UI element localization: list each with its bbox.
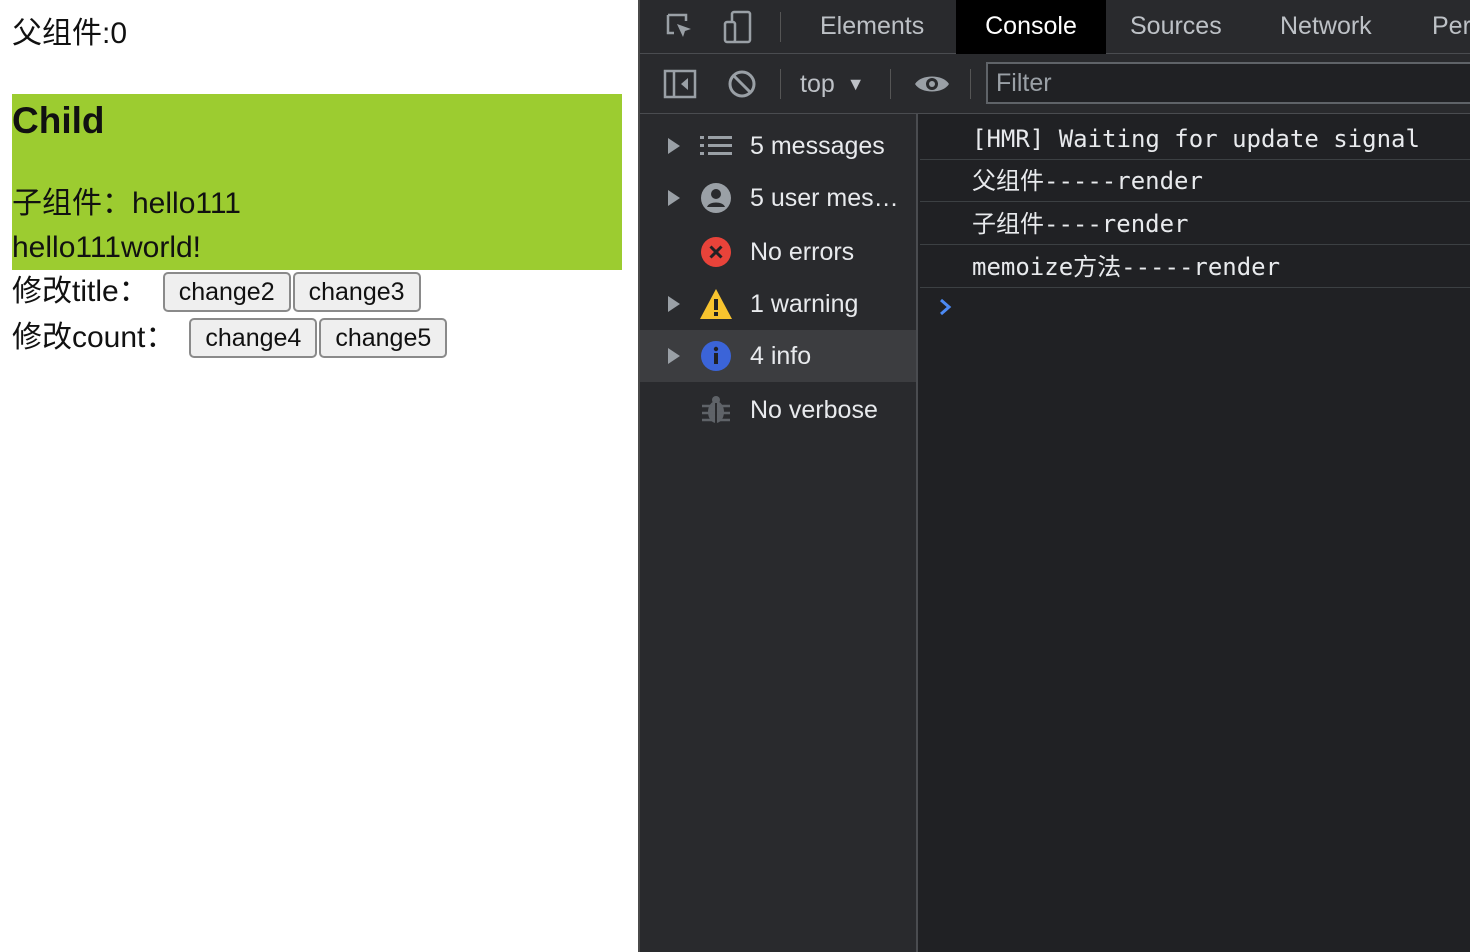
sidebar-item-label: 4 info	[750, 341, 812, 370]
sidebar-item-label: 5 user mes…	[750, 183, 899, 212]
change-title-row: 修改title： change2 change3	[12, 272, 423, 312]
sidebar-item-label: 5 messages	[750, 131, 885, 160]
context-selector[interactable]: top ▼	[800, 54, 865, 114]
error-icon	[698, 234, 734, 270]
console-message[interactable]: 父组件-----render	[920, 160, 1470, 202]
tab-performance[interactable]: Per	[1432, 0, 1470, 54]
show-sidebar-icon[interactable]	[660, 54, 700, 114]
child-title-text: 子组件：hello111	[12, 187, 241, 220]
console-message[interactable]: memoize方法-----render	[920, 246, 1470, 288]
sidebar-item-info[interactable]: 4 info	[640, 330, 916, 382]
expand-arrow-icon	[668, 296, 682, 312]
change-title-label: 修改title：	[12, 275, 149, 308]
change-count-label: 修改count：	[12, 321, 176, 354]
page-viewport: 父组件:0 Child 子组件：hello111 hello111world! …	[0, 0, 638, 952]
tab-console[interactable]: Console	[956, 0, 1106, 54]
sidebar-item-label: No verbose	[750, 395, 878, 424]
expand-arrow-icon	[668, 138, 682, 154]
device-toolbar-icon[interactable]	[718, 0, 758, 54]
chevron-down-icon: ▼	[846, 74, 865, 94]
tab-network[interactable]: Network	[1280, 0, 1372, 54]
sidebar-item-label: No errors	[750, 237, 855, 266]
tab-elements[interactable]: Elements	[820, 0, 924, 54]
sidebar-item-errors[interactable]: No errors	[640, 226, 916, 278]
live-expression-eye-icon[interactable]	[910, 54, 954, 114]
change2-button[interactable]: change2	[162, 272, 291, 312]
list-icon	[698, 128, 734, 164]
console-sidebar: 5 messages 5 user mes… No errors 1 warni…	[640, 114, 918, 952]
tab-sources[interactable]: Sources	[1130, 0, 1222, 54]
console-messages: [HMR] Waiting for update signal 父组件-----…	[920, 114, 1470, 952]
bug-icon	[698, 392, 734, 428]
console-message[interactable]: [HMR] Waiting for update signal	[920, 118, 1470, 160]
change3-button[interactable]: change3	[292, 272, 421, 312]
expand-arrow-icon	[668, 190, 682, 206]
toolbar-divider	[890, 69, 891, 99]
warning-icon	[698, 286, 734, 322]
sidebar-item-user-messages[interactable]: 5 user mes…	[640, 172, 916, 224]
inspect-element-icon[interactable]	[660, 0, 700, 54]
toolbar-divider	[970, 69, 971, 99]
devtools-panel: Elements Console Sources Network Per top…	[638, 0, 1470, 952]
sidebar-item-messages[interactable]: 5 messages	[640, 120, 916, 172]
console-toolbar: top ▼	[640, 54, 1470, 114]
user-icon	[698, 180, 734, 216]
change-count-row: 修改count： change4 change5	[12, 318, 449, 358]
context-selector-value: top	[800, 70, 835, 98]
expand-arrow-icon	[668, 348, 682, 364]
parent-count-text: 父组件:0	[12, 17, 128, 50]
console-prompt-chevron-icon[interactable]	[938, 292, 958, 322]
sidebar-item-verbose[interactable]: No verbose	[640, 384, 916, 436]
info-icon	[698, 338, 734, 374]
change4-button[interactable]: change4	[189, 318, 318, 358]
devtools-tab-bar: Elements Console Sources Network Per	[640, 0, 1470, 54]
child-combined-text: hello111world!	[12, 231, 202, 264]
child-heading: Child	[12, 100, 105, 141]
child-component-box: Child 子组件：hello111 hello111world!	[12, 94, 622, 270]
sidebar-item-label: 1 warning	[750, 289, 859, 318]
change5-button[interactable]: change5	[319, 318, 448, 358]
sidebar-item-warnings[interactable]: 1 warning	[640, 278, 916, 330]
clear-console-icon[interactable]	[722, 54, 762, 114]
console-message[interactable]: 子组件----render	[920, 203, 1470, 245]
console-filter-input[interactable]	[986, 62, 1470, 104]
toolbar-divider	[780, 69, 781, 99]
tab-bar-divider	[780, 12, 781, 42]
